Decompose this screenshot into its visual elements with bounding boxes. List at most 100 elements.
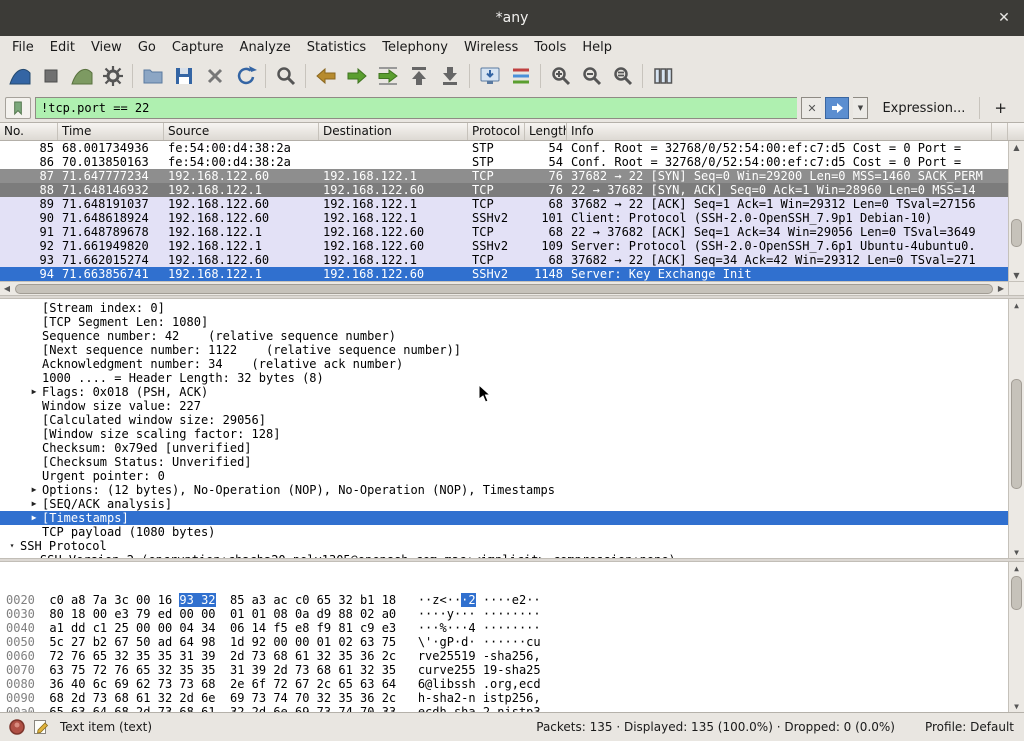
expression-button[interactable]: Expression... xyxy=(872,101,975,116)
scroll-up-icon[interactable]: ▲ xyxy=(1009,141,1024,153)
packet-row-88[interactable]: 8871.648146932192.168.122.1192.168.122.6… xyxy=(0,183,1008,197)
zoom-out-button[interactable] xyxy=(576,62,607,90)
scrollbar-thumb[interactable] xyxy=(1011,576,1022,610)
detail-line[interactable]: ▶Flags: 0x018 (PSH, ACK) xyxy=(0,385,1024,399)
hex-row[interactable]: 0090 68 2d 73 68 61 32 2d 6e 69 73 74 70… xyxy=(6,691,1024,705)
go-forward-button[interactable] xyxy=(341,62,372,90)
detail-line[interactable]: Urgent pointer: 0 xyxy=(0,469,1024,483)
hex-row[interactable]: 0040 a1 dd c1 25 00 00 04 34 06 14 f5 e8… xyxy=(6,621,1024,635)
hex-row[interactable]: 0020 c0 a8 7a 3c 00 16 93 32 85 a3 ac c0… xyxy=(6,593,1024,607)
packet-list-vertical-scrollbar[interactable]: ▲ ▼ xyxy=(1008,141,1024,281)
go-bottom-button[interactable] xyxy=(434,62,465,90)
detail-line[interactable]: [TCP Segment Len: 1080] xyxy=(0,315,1024,329)
detail-line[interactable]: ▶[Timestamps] xyxy=(0,511,1024,525)
detail-line[interactable]: [Checksum Status: Unverified] xyxy=(0,455,1024,469)
column-header-source[interactable]: Source xyxy=(164,123,319,140)
column-header-info[interactable]: Info xyxy=(567,123,992,140)
packet-row-87[interactable]: 8771.647777234192.168.122.60192.168.122.… xyxy=(0,169,1008,183)
capture-restart-button[interactable] xyxy=(66,62,97,90)
go-to-packet-button[interactable] xyxy=(372,62,403,90)
hex-row[interactable]: 00a0 65 63 64 68 2d 73 68 61 32 2d 6e 69… xyxy=(6,705,1024,712)
file-close-button[interactable] xyxy=(199,62,230,90)
menu-edit[interactable]: Edit xyxy=(42,38,83,57)
go-top-button[interactable] xyxy=(403,62,434,90)
expander-icon[interactable]: ▶ xyxy=(26,497,42,511)
menu-telephony[interactable]: Telephony xyxy=(374,38,456,57)
packet-row-91[interactable]: 9171.648789678192.168.122.1192.168.122.6… xyxy=(0,225,1008,239)
scroll-up-icon[interactable]: ▲ xyxy=(1009,299,1024,311)
column-header-no[interactable]: No. xyxy=(0,123,58,140)
packet-row-93[interactable]: 9371.662015274192.168.122.60192.168.122.… xyxy=(0,253,1008,267)
reload-button[interactable] xyxy=(230,62,261,90)
detail-line[interactable]: [Calculated window size: 29056] xyxy=(0,413,1024,427)
detail-line[interactable]: Window size value: 227 xyxy=(0,399,1024,413)
hex-row[interactable]: 0030 80 18 00 e3 79 ed 00 00 01 01 08 0a… xyxy=(6,607,1024,621)
hex-row[interactable]: 0070 63 75 72 76 65 32 35 35 31 39 2d 73… xyxy=(6,663,1024,677)
add-filter-button[interactable]: + xyxy=(984,99,1019,117)
expert-info-button[interactable] xyxy=(8,718,26,736)
expander-icon[interactable]: ▶ xyxy=(26,385,42,399)
zoom-original-button[interactable] xyxy=(607,62,638,90)
scroll-right-icon[interactable]: ▶ xyxy=(994,282,1008,296)
expander-icon[interactable]: ▶ xyxy=(26,511,42,525)
hex-vertical-scrollbar[interactable]: ▲ ▼ xyxy=(1008,562,1024,712)
close-button[interactable]: ✕ xyxy=(994,8,1014,28)
expander-icon[interactable]: ▶ xyxy=(26,483,42,497)
detail-line[interactable]: Sequence number: 42 (relative sequence n… xyxy=(0,329,1024,343)
capture-stop-button[interactable] xyxy=(35,62,66,90)
menu-wireless[interactable]: Wireless xyxy=(456,38,526,57)
scroll-down-icon[interactable]: ▼ xyxy=(1009,700,1024,712)
capture-options-button[interactable] xyxy=(97,62,128,90)
packet-row-92[interactable]: 9271.661949820192.168.122.1192.168.122.6… xyxy=(0,239,1008,253)
scroll-down-icon[interactable]: ▼ xyxy=(1009,546,1024,558)
filter-clear-button[interactable]: ✕ xyxy=(801,97,821,119)
menu-view[interactable]: View xyxy=(83,38,130,57)
packet-row-85[interactable]: 8568.001734936fe:54:00:d4:38:2aSTP54Conf… xyxy=(0,141,1008,155)
detail-line[interactable]: ▶Options: (12 bytes), No-Operation (NOP)… xyxy=(0,483,1024,497)
profile-status[interactable]: Profile: Default xyxy=(925,720,1014,734)
find-button[interactable] xyxy=(270,62,301,90)
detail-line[interactable]: TCP payload (1080 bytes) xyxy=(0,525,1024,539)
go-back-button[interactable] xyxy=(310,62,341,90)
packet-row-94[interactable]: 9471.663856741192.168.122.1192.168.122.6… xyxy=(0,267,1008,281)
column-header-time[interactable]: Time xyxy=(58,123,164,140)
detail-line[interactable]: [Stream index: 0] xyxy=(0,301,1024,315)
details-vertical-scrollbar[interactable]: ▲ ▼ xyxy=(1008,299,1024,558)
menu-tools[interactable]: Tools xyxy=(526,38,574,57)
packet-row-86[interactable]: 8670.013850163fe:54:00:d4:38:2aSTP54Conf… xyxy=(0,155,1008,169)
hex-row[interactable]: 0080 36 40 6c 69 62 73 73 68 2e 6f 72 67… xyxy=(6,677,1024,691)
menu-help[interactable]: Help xyxy=(574,38,620,57)
filter-bookmark-button[interactable] xyxy=(5,97,31,119)
zoom-in-button[interactable] xyxy=(545,62,576,90)
detail-line[interactable]: [Next sequence number: 1122 (relative se… xyxy=(0,343,1024,357)
filter-apply-button[interactable] xyxy=(825,97,849,119)
menu-capture[interactable]: Capture xyxy=(164,38,232,57)
colorize-button[interactable] xyxy=(505,62,536,90)
resize-columns-button[interactable] xyxy=(647,62,678,90)
menu-file[interactable]: File xyxy=(4,38,42,57)
file-save-button[interactable] xyxy=(168,62,199,90)
detail-line[interactable]: ▶[SEQ/ACK analysis] xyxy=(0,497,1024,511)
hex-row[interactable]: 0060 72 76 65 32 35 35 31 39 2d 73 68 61… xyxy=(6,649,1024,663)
detail-line[interactable]: SSH Version 2 (encryption:chacha20-poly1… xyxy=(0,553,1024,558)
detail-line[interactable]: Checksum: 0x79ed [unverified] xyxy=(0,441,1024,455)
scroll-up-icon[interactable]: ▲ xyxy=(1009,562,1024,574)
packet-row-89[interactable]: 8971.648191037192.168.122.60192.168.122.… xyxy=(0,197,1008,211)
capture-start-button[interactable] xyxy=(4,62,35,90)
filter-dropdown-button[interactable]: ▼ xyxy=(853,97,868,119)
detail-line[interactable]: ▾SSH Protocol xyxy=(0,539,1024,553)
menu-go[interactable]: Go xyxy=(130,38,164,57)
file-open-button[interactable] xyxy=(137,62,168,90)
hex-row[interactable]: 0050 5c 27 b2 67 50 ad 64 98 1d 92 00 00… xyxy=(6,635,1024,649)
menu-analyze[interactable]: Analyze xyxy=(232,38,299,57)
display-filter-input[interactable] xyxy=(35,97,797,119)
packet-list-horizontal-scrollbar[interactable]: ◀ ▶ xyxy=(0,281,1008,295)
scrollbar-thumb[interactable] xyxy=(1011,379,1022,489)
autoscroll-button[interactable] xyxy=(474,62,505,90)
detail-line[interactable]: [Window size scaling factor: 128] xyxy=(0,427,1024,441)
scroll-left-icon[interactable]: ◀ xyxy=(0,282,14,296)
scrollbar-thumb[interactable] xyxy=(15,284,993,294)
scrollbar-thumb[interactable] xyxy=(1011,219,1022,247)
scroll-down-icon[interactable]: ▼ xyxy=(1009,269,1024,281)
column-header-protocol[interactable]: Protocol xyxy=(468,123,525,140)
